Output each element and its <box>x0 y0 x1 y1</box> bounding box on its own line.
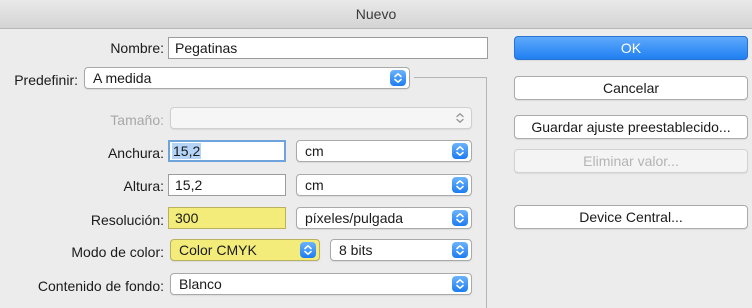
resolution-field[interactable]: 300 <box>168 207 286 229</box>
chevron-up-down-icon <box>452 210 468 226</box>
height-label: Altura: <box>123 178 164 194</box>
height-field[interactable]: 15,2 <box>168 174 286 196</box>
chevron-up-down-icon <box>452 110 468 126</box>
chevron-up-down-icon <box>452 276 468 292</box>
size-label: Tamaño: <box>110 112 164 128</box>
height-unit-value: cm <box>305 177 324 193</box>
chevron-up-down-icon <box>452 143 468 159</box>
device-central-button[interactable]: Device Central... <box>514 205 748 229</box>
window-titlebar: Nuevo <box>0 0 752 29</box>
cancel-button[interactable]: Cancelar <box>514 76 748 100</box>
width-unit-value: cm <box>305 143 324 159</box>
chevron-up-down-icon <box>452 177 468 193</box>
delete-preset-button[interactable]: Eliminar valor... <box>514 149 748 173</box>
preset-value: A medida <box>93 70 152 86</box>
ok-button[interactable]: OK <box>514 36 748 60</box>
bit-depth-select[interactable]: 8 bits <box>330 239 472 261</box>
width-field[interactable]: 15,2 <box>168 140 286 162</box>
width-unit-select[interactable]: cm <box>296 140 472 162</box>
preset-label: Predefinir: <box>14 72 78 88</box>
height-unit-select[interactable]: cm <box>296 174 472 196</box>
width-label: Anchura: <box>107 145 164 161</box>
chevron-up-down-icon <box>300 242 316 258</box>
window-title: Nuevo <box>355 6 397 22</box>
preset-select[interactable]: A medida <box>84 67 410 89</box>
chevron-up-down-icon <box>452 242 468 258</box>
group-border-top <box>414 77 486 78</box>
background-contents-label: Contenido de fondo: <box>37 278 164 294</box>
resolution-unit-value: píxeles/pulgada <box>305 210 404 226</box>
resolution-label: Resolución: <box>90 212 164 228</box>
background-contents-value: Blanco <box>179 276 222 292</box>
background-contents-select[interactable]: Blanco <box>170 273 472 295</box>
color-mode-select[interactable]: Color CMYK <box>170 239 320 261</box>
save-preset-button[interactable]: Guardar ajuste preestablecido... <box>514 115 748 139</box>
resolution-unit-select[interactable]: píxeles/pulgada <box>296 207 472 229</box>
color-mode-value: Color CMYK <box>179 242 257 258</box>
chevron-up-down-icon <box>390 70 406 86</box>
size-select[interactable] <box>170 107 472 129</box>
width-value: 15,2 <box>172 143 202 159</box>
group-border-right <box>486 77 487 308</box>
name-field[interactable]: Pegatinas <box>168 37 488 59</box>
name-label: Nombre: <box>110 40 164 56</box>
bit-depth-value: 8 bits <box>339 242 373 258</box>
color-mode-label: Modo de color: <box>71 244 164 260</box>
